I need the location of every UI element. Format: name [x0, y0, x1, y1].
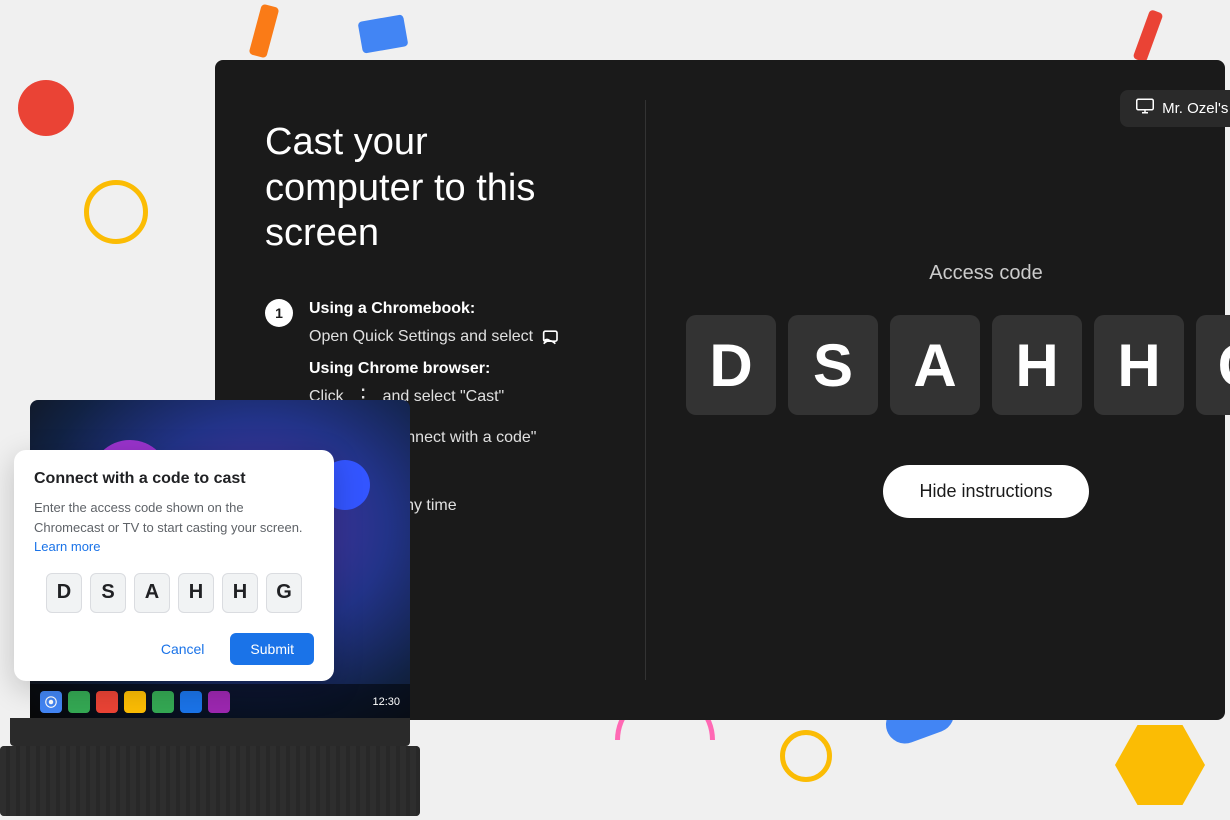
learn-more-link[interactable]: Learn more [34, 539, 100, 554]
dialog-description: Enter the access code shown on the Chrom… [34, 498, 314, 557]
shape-yellow-circle [84, 180, 148, 244]
monitor-icon [1136, 98, 1154, 119]
taskbar-time: 12:30 [372, 696, 400, 708]
code-tile-4: H [1094, 315, 1184, 415]
submit-button[interactable]: Submit [230, 633, 314, 665]
shape-orange-rect [249, 4, 280, 59]
taskbar-icon-7 [208, 691, 230, 713]
shape-yellow-circle-2 [780, 730, 832, 782]
dialog-title: Connect with a code to cast [34, 470, 314, 488]
laptop-keyboard [0, 746, 420, 816]
step-1-content: Using a Chromebook: Open Quick Settings … [309, 297, 562, 409]
monitor-svg [1136, 98, 1154, 114]
taskbar-icon-2 [68, 691, 90, 713]
code-tile-3: H [992, 315, 1082, 415]
code-tile-0: D [686, 315, 776, 415]
dialog-code-tiles: D S A H H G [34, 573, 314, 613]
tv-access-code-panel: Mr. Ozel's Class Access code D S A H H G… [646, 60, 1230, 720]
taskbar-icon-3 [96, 691, 118, 713]
step-1-chromebook-text: Open Quick Settings and select [309, 328, 562, 345]
tv-title: Cast your computer to this screen [265, 120, 595, 257]
cast-icon [542, 329, 562, 345]
code-tile-1: S [788, 315, 878, 415]
dialog-tile-5: G [266, 573, 302, 613]
instruction-step-1: 1 Using a Chromebook: Open Quick Setting… [265, 297, 595, 409]
laptop-base [10, 718, 410, 746]
code-tile-2: A [890, 315, 980, 415]
dialog-tile-4: H [222, 573, 258, 613]
taskbar-icon-1 [40, 691, 62, 713]
chrome-icon [45, 696, 57, 708]
tv-code-tiles: D S A H H G [686, 315, 1230, 415]
classroom-name: Mr. Ozel's Class [1162, 100, 1230, 117]
shape-yellow-hex [1115, 725, 1205, 805]
shape-red-rect [1133, 9, 1164, 63]
dialog-tile-1: S [90, 573, 126, 613]
dialog-actions: Cancel Submit [34, 633, 314, 665]
taskbar-icon-5 [152, 691, 174, 713]
step-number-1: 1 [265, 299, 293, 327]
laptop-taskbar: 12:30 [30, 684, 410, 720]
code-tile-5: G [1196, 315, 1230, 415]
shape-blue-rect [358, 14, 409, 54]
cancel-button[interactable]: Cancel [145, 633, 221, 665]
taskbar-icon-6 [180, 691, 202, 713]
access-code-label: Access code [929, 262, 1042, 285]
step-1-chromebook-label: Using a Chromebook: [309, 297, 562, 321]
dialog-tile-2: A [134, 573, 170, 613]
dialog-tile-3: H [178, 573, 214, 613]
shape-red-circle [18, 80, 74, 136]
classroom-badge: Mr. Ozel's Class [1120, 90, 1230, 127]
step-1-chrome-label: Using Chrome browser: [309, 357, 562, 381]
hide-instructions-button[interactable]: Hide instructions [883, 465, 1088, 518]
taskbar-icon-4 [124, 691, 146, 713]
dialog-tile-0: D [46, 573, 82, 613]
cast-dialog: Connect with a code to cast Enter the ac… [14, 450, 334, 681]
